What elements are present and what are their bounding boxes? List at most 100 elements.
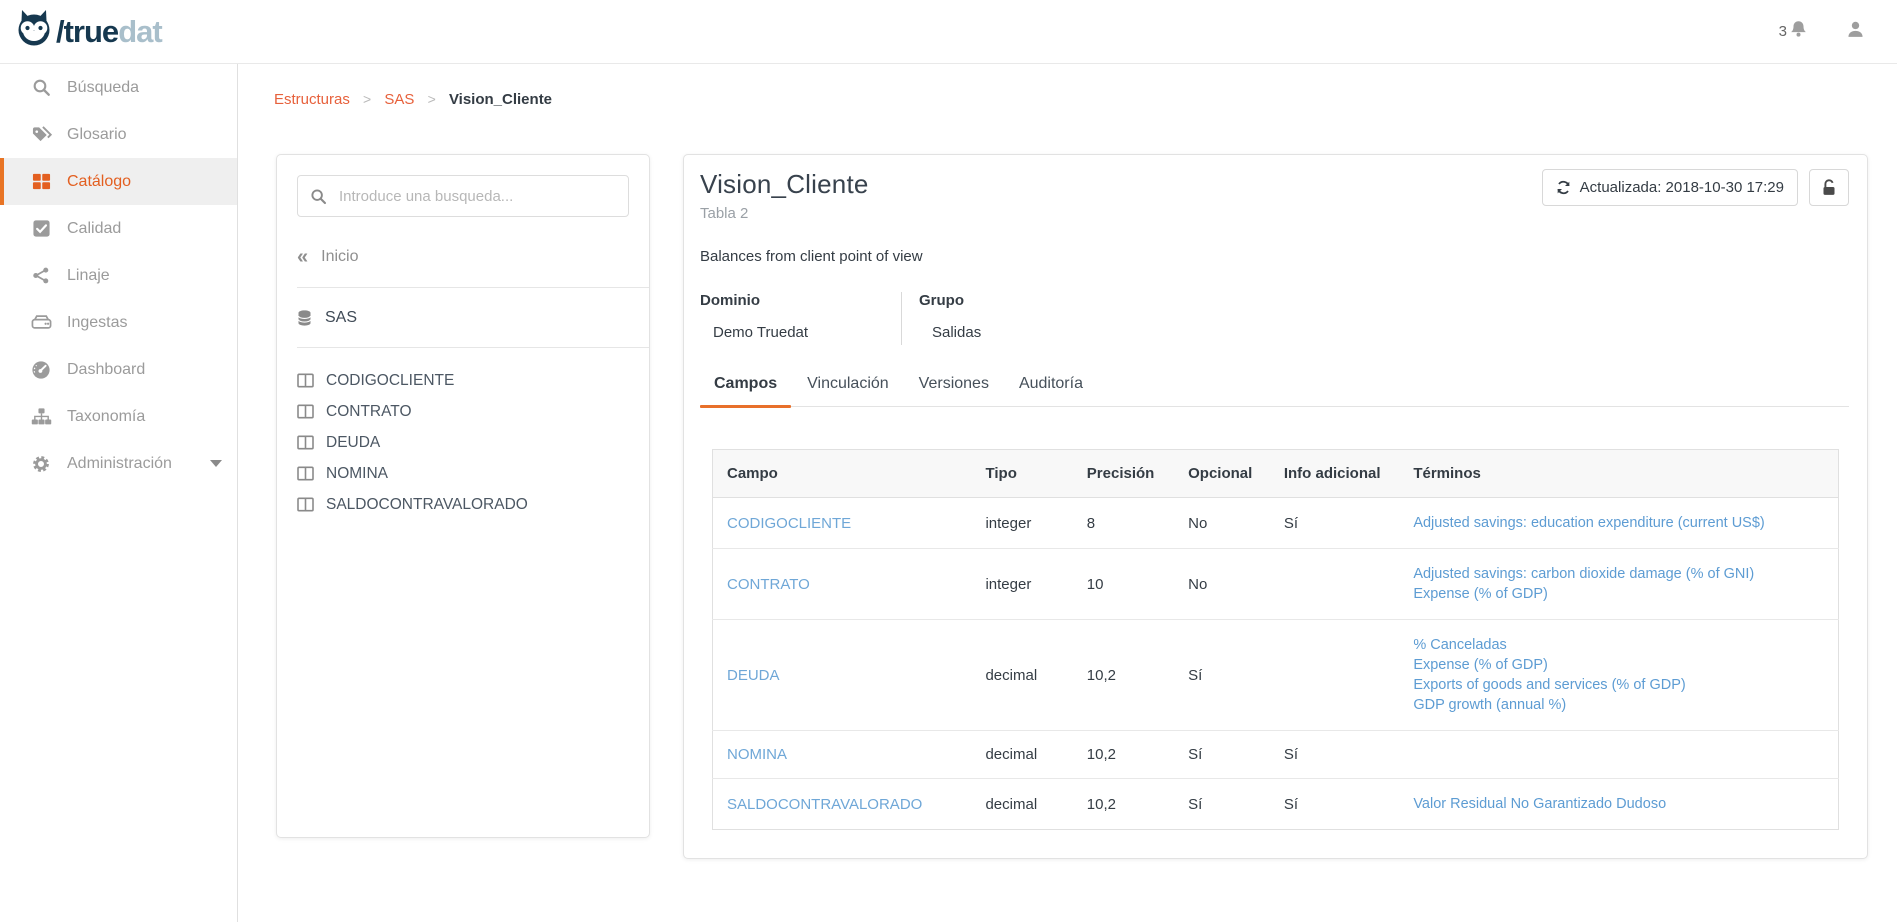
sidebar-item-administracion[interactable]: Administración [0, 440, 237, 487]
tree-item-label: SALDOCONTRAVALORADO [326, 496, 528, 514]
tree-home-link[interactable]: « Inicio [297, 247, 629, 267]
tree-item-saldocontravalorado[interactable]: SALDOCONTRAVALORADO [297, 489, 629, 520]
wordmark-dark: /true [56, 14, 118, 49]
updated-button[interactable]: Actualizada: 2018-10-30 17:29 [1542, 169, 1798, 206]
search-icon [310, 188, 327, 205]
sidebar-item-label: Administración [67, 455, 172, 473]
tab-campos[interactable]: Campos [700, 375, 791, 406]
check-square-icon [30, 218, 52, 240]
field-link[interactable]: DEUDA [727, 667, 780, 684]
field-precision: 10,2 [1073, 731, 1174, 779]
field-type: decimal [971, 779, 1072, 830]
notifications-button[interactable]: 3 [1779, 19, 1808, 44]
sidebar-item-busqueda[interactable]: Búsqueda [0, 64, 237, 111]
truedat-logo[interactable]: /truedat [14, 8, 162, 55]
unlock-button[interactable] [1809, 169, 1849, 206]
sidebar-item-linaje[interactable]: Linaje [0, 252, 237, 299]
page-title: Vision_Cliente [700, 169, 869, 200]
breadcrumb-link-sas[interactable]: SAS [384, 91, 414, 108]
structure-meta: Dominio Demo Truedat Grupo Salidas [700, 292, 1849, 345]
breadcrumb: Estructuras > SAS > Vision_Cliente [274, 91, 1897, 111]
breadcrumb-separator: > [428, 91, 436, 107]
field-type: integer [971, 498, 1072, 549]
structure-tree-panel: « Inicio SAS CODIGOCLIENTE [276, 154, 650, 838]
notification-count: 3 [1779, 23, 1787, 40]
database-icon [297, 309, 312, 327]
tree-item-label: CONTRATO [326, 403, 412, 421]
term-link[interactable]: Adjusted savings: education expenditure … [1413, 515, 1764, 531]
term-link[interactable]: Adjusted savings: carbon dioxide damage … [1413, 566, 1754, 582]
tab-auditoria[interactable]: Auditoría [1005, 375, 1097, 406]
term-link[interactable]: Valor Residual No Garantizado Dudoso [1413, 796, 1666, 812]
term-link[interactable]: % Canceladas [1413, 637, 1507, 653]
term-link[interactable]: Expense (% of GDP) [1413, 586, 1548, 602]
detail-tabs: Campos Vinculación Versiones Auditoría [700, 375, 1849, 407]
tree-system-label: SAS [325, 309, 357, 327]
refresh-icon [1556, 180, 1571, 195]
sidebar-item-label: Catálogo [67, 173, 131, 191]
field-link[interactable]: CODIGOCLIENTE [727, 515, 851, 532]
field-info-adicional: Sí [1270, 779, 1399, 830]
divider [297, 347, 649, 348]
column-header-precision: Precisión [1073, 450, 1174, 498]
field-info-adicional [1270, 620, 1399, 731]
sidebar-item-label: Dashboard [67, 361, 145, 379]
tab-versiones[interactable]: Versiones [905, 375, 1003, 406]
term-link[interactable]: Expense (% of GDP) [1413, 657, 1548, 673]
field-link[interactable]: SALDOCONTRAVALORADO [727, 796, 922, 813]
field-type: decimal [971, 731, 1072, 779]
tree-item-codigocliente[interactable]: CODIGOCLIENTE [297, 365, 629, 396]
table-icon [297, 466, 314, 481]
owl-icon [14, 8, 54, 55]
sidebar-item-catalogo[interactable]: Catálogo [0, 158, 237, 205]
fields-table: Campo Tipo Precisión Opcional Info adici… [712, 449, 1839, 830]
sidebar-item-label: Linaje [67, 267, 110, 285]
sidebar-item-label: Búsqueda [67, 79, 139, 97]
field-info-adicional: Sí [1270, 498, 1399, 549]
term-link[interactable]: GDP growth (annual %) [1413, 697, 1566, 713]
field-link[interactable]: CONTRATO [727, 576, 810, 593]
tree-item-nomina[interactable]: NOMINA [297, 458, 629, 489]
breadcrumb-separator: > [363, 91, 371, 107]
structure-detail-panel: Vision_Cliente Tabla 2 Actualizada: 2018… [683, 154, 1868, 859]
sidebar-item-ingestas[interactable]: Ingestas [0, 299, 237, 346]
field-precision: 10 [1073, 549, 1174, 620]
sitemap-icon [30, 406, 52, 428]
field-opcional: Sí [1174, 779, 1270, 830]
tab-vinculacion[interactable]: Vinculación [793, 375, 903, 406]
sidebar-item-label: Glosario [67, 126, 127, 144]
tree-system-sas[interactable]: SAS [297, 309, 629, 327]
sidebar-item-taxonomia[interactable]: Administración Taxonomía [0, 393, 237, 440]
sidebar-item-dashboard[interactable]: Dashboard [0, 346, 237, 393]
divider [297, 287, 649, 288]
user-menu-icon[interactable] [1846, 20, 1865, 44]
wordmark-light: dat [118, 14, 162, 49]
wordmark: /truedat [56, 16, 162, 47]
table-icon [297, 373, 314, 388]
field-type: integer [971, 549, 1072, 620]
field-precision: 10,2 [1073, 779, 1174, 830]
gear-icon [30, 453, 52, 475]
field-opcional: Sí [1174, 620, 1270, 731]
sidebar-item-glosario[interactable]: Glosario [0, 111, 237, 158]
field-link[interactable]: NOMINA [727, 746, 787, 763]
field-type: decimal [971, 620, 1072, 731]
sidebar-item-label: Ingestas [67, 314, 127, 332]
field-opcional: No [1174, 549, 1270, 620]
sidebar-item-calidad[interactable]: Calidad [0, 205, 237, 252]
field-info-adicional [1270, 549, 1399, 620]
tree-search-input[interactable] [339, 188, 616, 205]
tags-icon [30, 124, 52, 146]
tree-item-deuda[interactable]: DEUDA [297, 427, 629, 458]
tree-item-contrato[interactable]: CONTRATO [297, 396, 629, 427]
table-row: CODIGOCLIENTE integer 8 No Sí Adjusted s… [713, 498, 1839, 549]
tree-item-label: DEUDA [326, 434, 380, 452]
breadcrumb-link-estructuras[interactable]: Estructuras [274, 91, 350, 108]
sidebar-item-label: Calidad [67, 220, 121, 238]
share-icon [30, 265, 52, 287]
term-link[interactable]: Exports of goods and services (% of GDP) [1413, 677, 1685, 693]
table-icon [297, 435, 314, 450]
search-icon [30, 77, 52, 99]
structure-type: Tabla 2 [700, 205, 869, 222]
main-content: Estructuras > SAS > Vision_Cliente « Ini… [238, 64, 1897, 922]
